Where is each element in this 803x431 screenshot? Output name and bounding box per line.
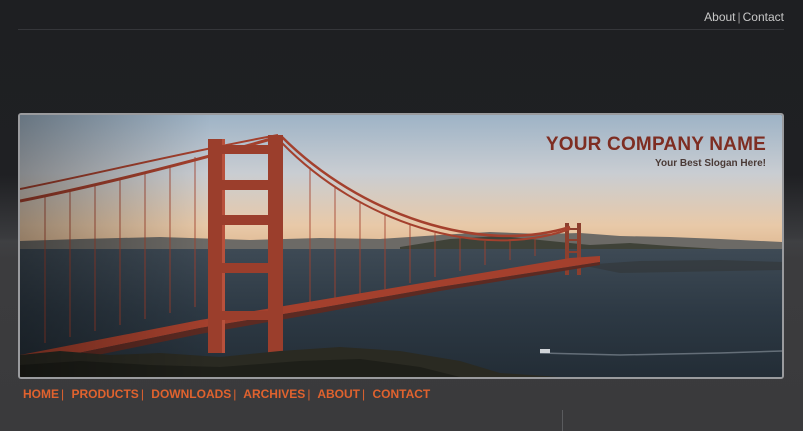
company-branding: YOUR COMPANY NAME Your Best Slogan Here!	[546, 134, 766, 169]
page: About | Contact YOUR COMPANY NAME Your B…	[0, 0, 803, 431]
nav-separator: |	[61, 387, 65, 401]
nav-separator: |	[362, 387, 366, 401]
nav-item-contact[interactable]: CONTACT	[372, 387, 430, 401]
content-divider	[562, 410, 563, 431]
nav-item-about[interactable]: ABOUT	[317, 387, 360, 401]
top-links: About | Contact	[704, 10, 784, 24]
header-banner: YOUR COMPANY NAME Your Best Slogan Here!	[18, 113, 784, 379]
main-nav: HOME | PRODUCTS | DOWNLOADS | ARCHIVES | ABO…	[23, 387, 430, 401]
top-link-about[interactable]: About	[704, 10, 735, 24]
company-slogan: Your Best Slogan Here!	[655, 158, 766, 169]
nav-item-home[interactable]: HOME	[23, 387, 59, 401]
nav-separator: |	[307, 387, 311, 401]
top-links-separator: |	[737, 10, 741, 24]
top-link-contact[interactable]: Contact	[743, 10, 784, 24]
header-divider	[18, 29, 784, 30]
company-name: YOUR COMPANY NAME	[545, 134, 766, 155]
nav-item-downloads[interactable]: DOWNLOADS	[151, 387, 231, 401]
nav-item-archives[interactable]: ARCHIVES	[243, 387, 305, 401]
nav-separator: |	[233, 387, 237, 401]
nav-item-products[interactable]: PRODUCTS	[71, 387, 138, 401]
nav-separator: |	[140, 387, 144, 401]
